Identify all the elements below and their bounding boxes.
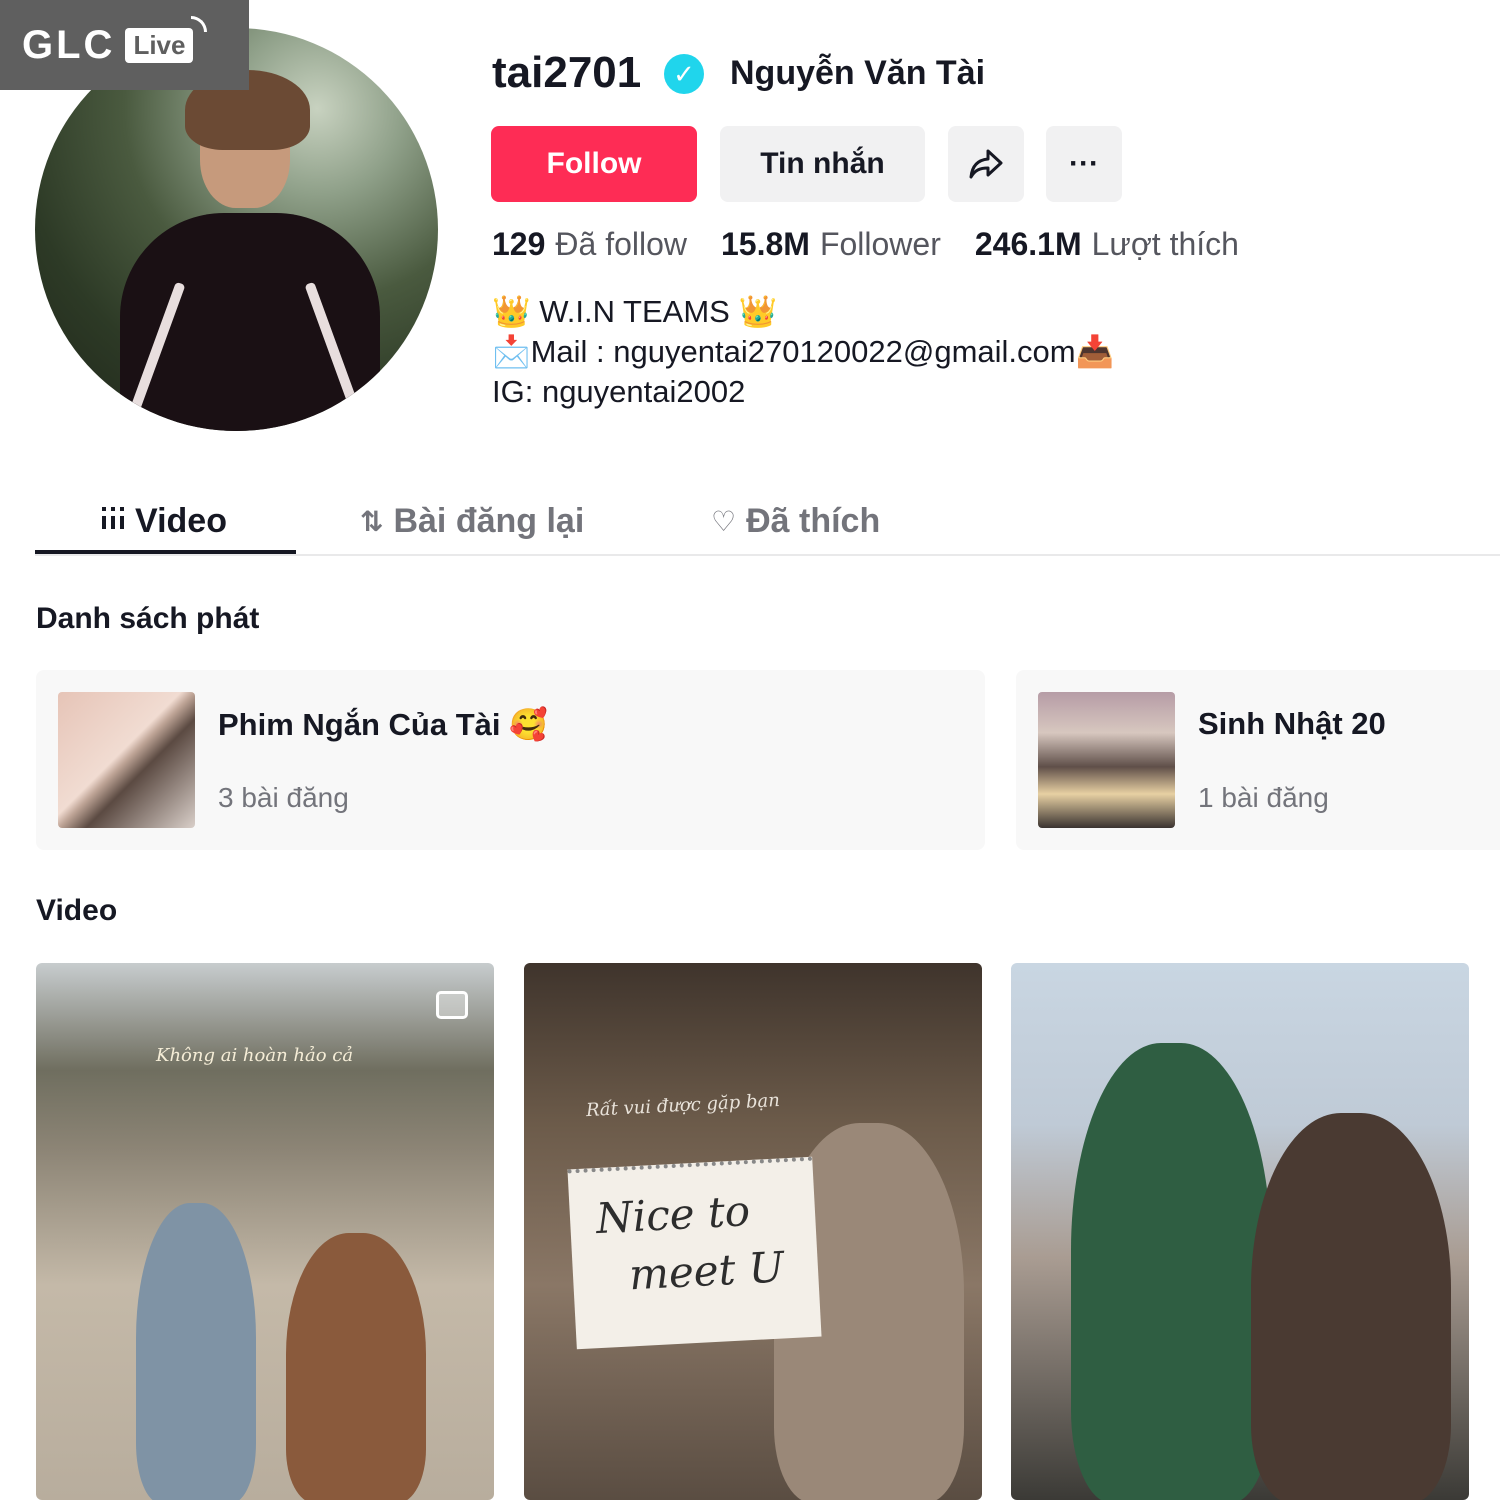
profile-tabs: Video ⇅ Bài đăng lại ♡ Đã thích	[35, 478, 1500, 556]
tab-liked-label: Đã thích	[746, 501, 881, 540]
active-tab-indicator	[35, 550, 296, 554]
playlists-section-title: Danh sách phát	[36, 602, 260, 635]
following-label: Đã follow	[555, 226, 687, 262]
following-stat[interactable]: 129 Đã follow	[492, 226, 687, 263]
note-line: meet U	[627, 1242, 786, 1300]
more-options-button[interactable]: ···	[1046, 126, 1122, 202]
follow-button[interactable]: Follow	[491, 126, 697, 202]
playlist-card[interactable]: Phim Ngắn Của Tài 🥰 3 bài đăng	[36, 670, 985, 850]
share-icon	[969, 149, 1003, 179]
likes-count: 246.1M	[974, 226, 1082, 262]
tab-video[interactable]: Video	[101, 488, 227, 554]
followers-label: Follower	[819, 226, 941, 262]
video-overlay-caption: Không ai hoàn hảo cả	[156, 1045, 354, 1066]
message-button[interactable]: Tin nhắn	[720, 126, 925, 202]
bio-line-mail: 📩Mail : nguyentai270120022@gmail.com📥	[492, 334, 1115, 369]
live-label: Live	[133, 29, 186, 60]
video-thumbnail[interactable]: Rất vui được gặp bạn Nice to meet U	[524, 963, 982, 1500]
videos-section-title: Video	[36, 894, 118, 927]
live-badge: Live	[125, 15, 208, 63]
repost-icon: ⇅	[360, 505, 384, 537]
following-count: 129	[492, 226, 546, 262]
glc-live-watermark: GLC Live	[0, 0, 249, 90]
share-button[interactable]	[948, 126, 1024, 202]
playlist-thumbnail	[58, 692, 195, 828]
video-figure	[286, 1233, 426, 1500]
playlist-post-count: 3 bài đăng	[218, 782, 349, 813]
playlist-title: Sinh Nhật 20	[1198, 706, 1386, 741]
video-thumbnail[interactable]: Không ai hoàn hảo cả	[36, 963, 494, 1500]
video-overlay-caption: Rất vui được gặp bạn	[585, 1089, 781, 1122]
handwritten-note: Nice to meet U	[567, 1156, 822, 1350]
tab-reposts[interactable]: ⇅ Bài đăng lại	[360, 488, 584, 554]
profile-nickname: Nguyễn Văn Tài	[730, 54, 986, 92]
glc-logo-text: GLC	[22, 22, 116, 67]
video-figure	[136, 1203, 256, 1500]
video-figure	[1071, 1043, 1271, 1500]
playlist-post-count: 1 bài đăng	[1198, 782, 1329, 813]
avatar-figure-body	[120, 213, 380, 431]
tab-video-label: Video	[135, 501, 227, 540]
bio-line-team: 👑 W.I.N TEAMS 👑	[492, 294, 778, 329]
playlist-card[interactable]: Sinh Nhật 20 1 bài đăng	[1016, 670, 1500, 850]
followers-stat[interactable]: 15.8M Follower	[721, 226, 941, 263]
profile-username: tai2701	[492, 48, 642, 97]
playlist-title: Phim Ngắn Của Tài 🥰	[218, 707, 548, 742]
bio-line-instagram: IG: nguyentai2002	[492, 374, 746, 409]
broadcast-icon	[191, 15, 208, 32]
followers-count: 15.8M	[721, 226, 810, 262]
video-figure	[1251, 1113, 1451, 1500]
heart-icon: ♡	[711, 505, 737, 537]
profile-stats: 129 Đã follow 15.8M Follower 246.1M Lượt th…	[492, 226, 1273, 263]
profile-bio: 👑 W.I.N TEAMS 👑 📩Mail : nguyentai2701200…	[492, 292, 1114, 412]
grid-icon	[101, 505, 125, 538]
likes-stat: 246.1M Lượt thích	[975, 226, 1239, 263]
tab-liked[interactable]: ♡ Đã thích	[711, 488, 880, 554]
likes-label: Lượt thích	[1091, 226, 1239, 262]
playlist-thumbnail	[1038, 692, 1175, 828]
verified-badge-icon: ✓	[664, 54, 704, 94]
video-thumbnail[interactable]	[1011, 963, 1469, 1500]
tab-reposts-label: Bài đăng lại	[393, 501, 585, 540]
photo-post-icon	[436, 991, 468, 1019]
